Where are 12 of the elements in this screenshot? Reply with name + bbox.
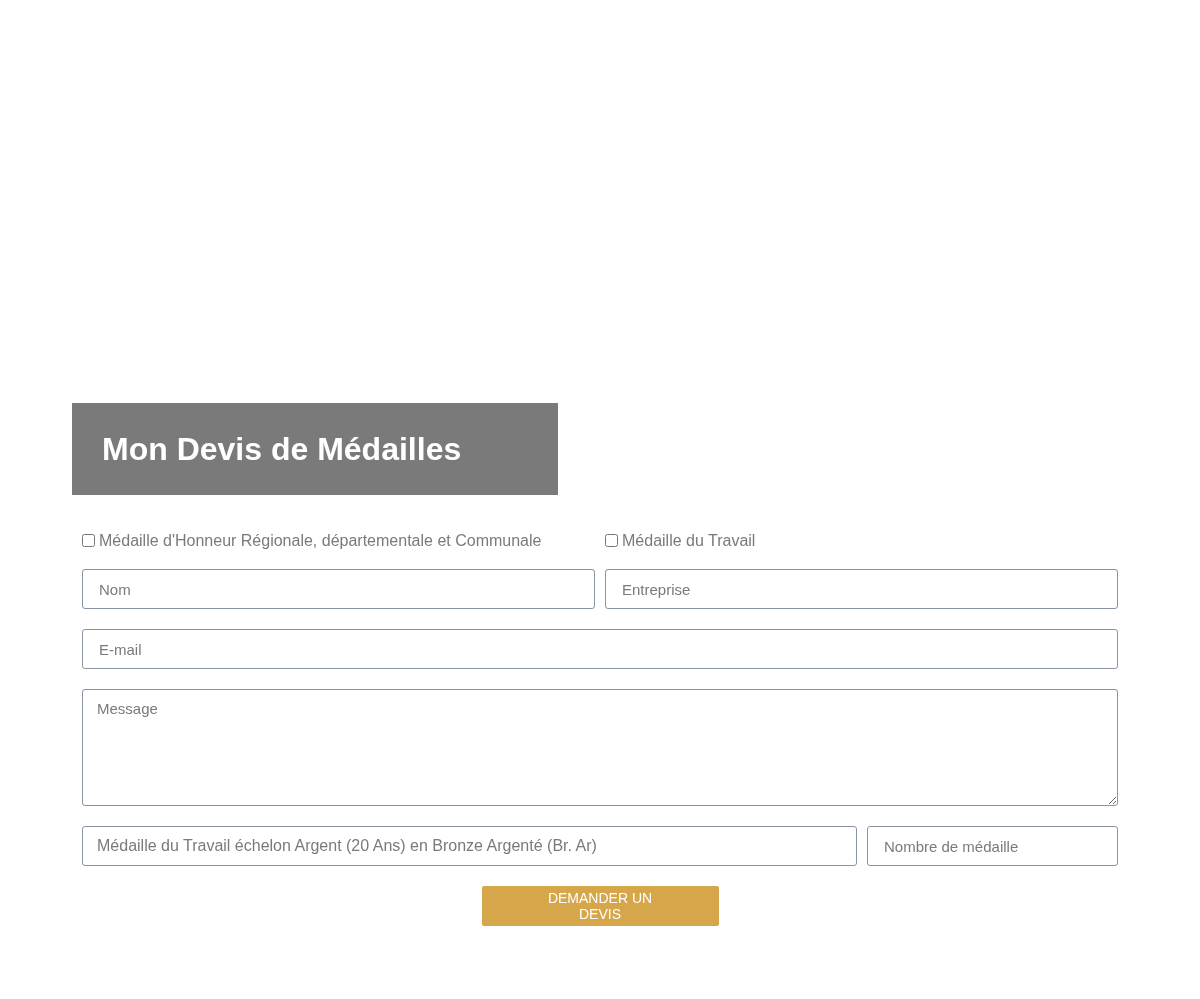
form-heading: Mon Devis de Médailles <box>102 430 462 469</box>
message-field[interactable]: Message <box>82 689 1118 806</box>
checkbox[interactable] <box>82 534 95 547</box>
product-field[interactable]: Médaille du Travail échelon Argent (20 Ans) en Bronze Argenté (Br. Ar) <box>82 826 857 866</box>
request-quote-button[interactable]: DEMANDER UN DEVIS <box>481 886 719 926</box>
checkbox-label[interactable]: Médaille du Travail <box>605 529 1118 569</box>
quantity-field[interactable]: Nombre de médaille <box>867 826 1118 866</box>
email-field[interactable]: E-mail <box>82 629 1118 669</box>
company-field[interactable]: Entreprise <box>605 569 1118 609</box>
name-field[interactable]: Nom <box>82 569 595 609</box>
checkbox-label[interactable]: Médaille d'Honneur Régionale, départementale et Communale <box>82 529 595 569</box>
checkbox[interactable] <box>605 534 618 547</box>
